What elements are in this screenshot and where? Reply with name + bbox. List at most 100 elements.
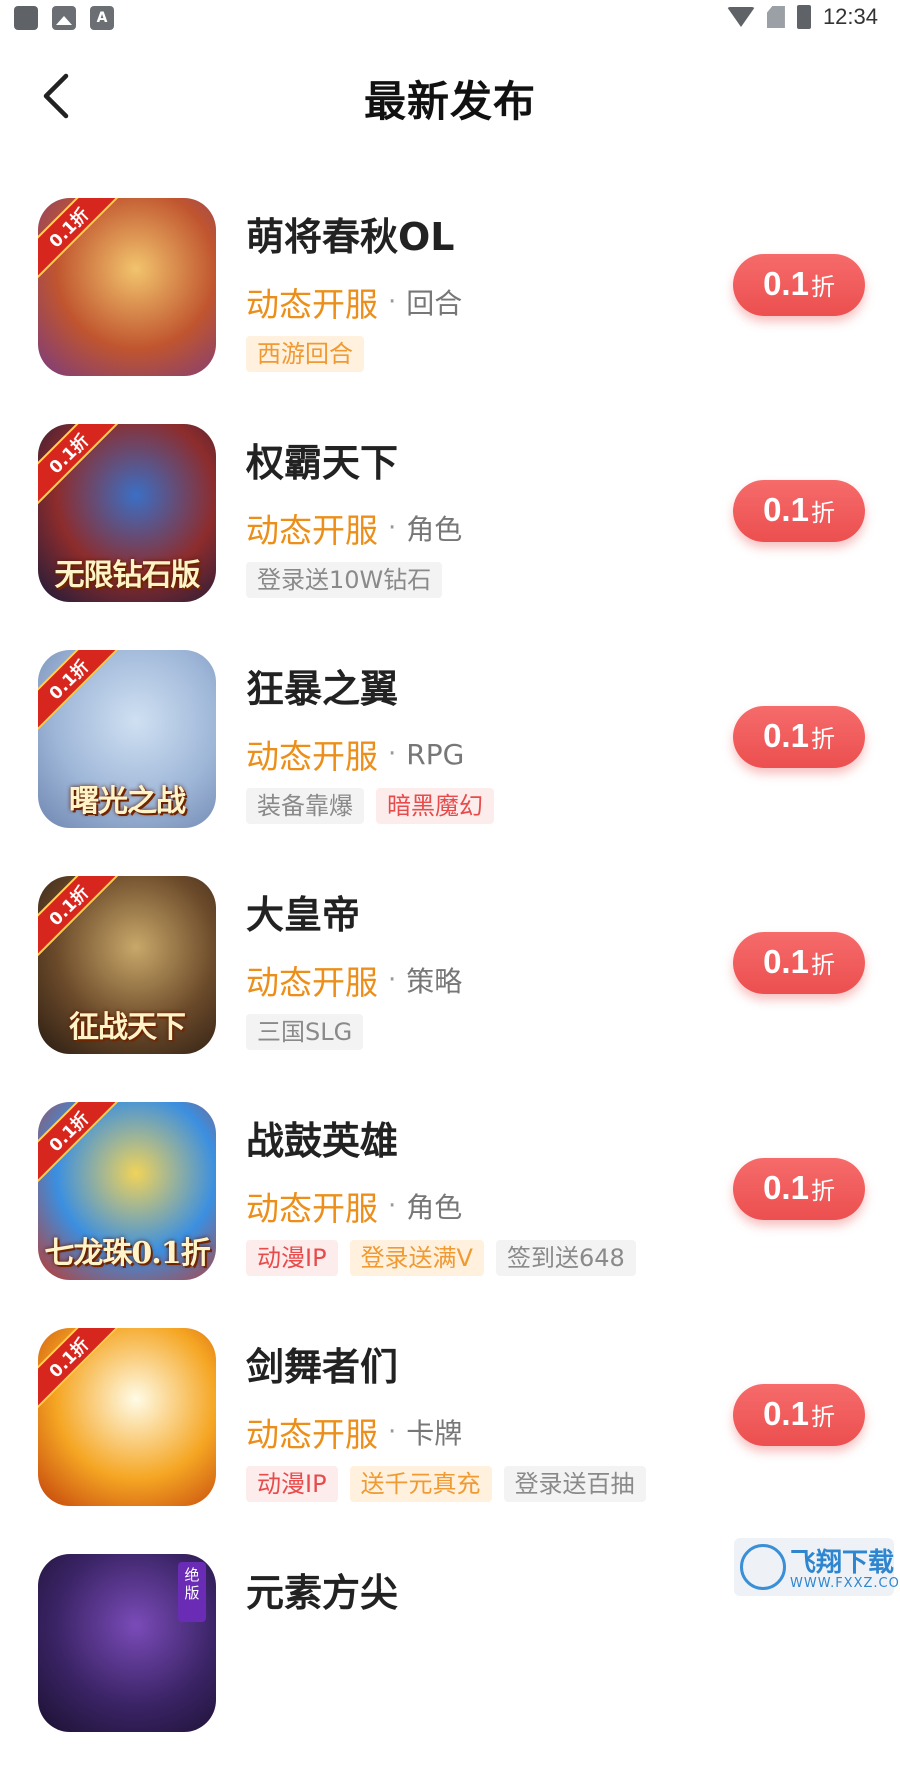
game-list-item[interactable]: 0.1折 剑舞者们 动态开服 · 卡牌 动漫IP 送千元真充 登录送百抽 0.1 折 (0, 1328, 900, 1554)
game-tag: 登录送满V (349, 1240, 484, 1276)
watermark-logo-icon (740, 1544, 786, 1590)
game-tag: 暗黑魔幻 (376, 788, 494, 824)
server-label: 动态开服 (246, 285, 378, 324)
game-meta: 动态开服 · 策略 (246, 956, 462, 1004)
game-genre: RPG (406, 737, 465, 771)
discount-unit: 折 (810, 1403, 835, 1431)
game-name[interactable]: 战鼓英雄 (246, 1110, 398, 1165)
game-list-item[interactable]: 0.1折 七龙珠0.1折 战鼓英雄 动态开服 · 角色 动漫IP 登录送满V 签到送64… (0, 1102, 900, 1328)
notification-icons: A (14, 6, 114, 30)
image-notification-icon (52, 6, 76, 30)
game-name[interactable]: 狂暴之翼 (246, 658, 398, 713)
game-meta: 动态开服 · 角色 (246, 504, 462, 552)
page-title: 最新发布 (363, 77, 536, 126)
no-sim-icon (766, 6, 785, 28)
server-label: 动态开服 (246, 511, 378, 550)
game-meta: 动态开服 · 卡牌 (246, 1408, 462, 1456)
separator-dot: · (388, 965, 397, 995)
game-name[interactable]: 元素方尖 (246, 1562, 398, 1617)
icon-banner-text: 曙光之战 (69, 784, 186, 819)
game-tags: 动漫IP 登录送满V 签到送648 (246, 1240, 636, 1276)
game-icon[interactable]: 0.1折 七龙珠0.1折 (38, 1102, 216, 1280)
game-tag: 动漫IP (246, 1466, 338, 1502)
discount-value: 0.1 (763, 491, 809, 528)
game-tags: 西游回合 (246, 336, 364, 372)
discount-button[interactable]: 0.1 折 (733, 932, 865, 994)
server-label: 动态开服 (246, 963, 378, 1002)
icon-banner-text: 无限钻石版 (54, 558, 201, 593)
clock: 12:34 (822, 4, 878, 29)
game-name[interactable]: 萌将春秋OL (246, 206, 455, 261)
game-list-item[interactable]: 0.1折 征战天下 大皇帝 动态开服 · 策略 三国SLG 0.1 折 (0, 876, 900, 1102)
separator-dot: · (388, 513, 397, 543)
game-icon[interactable]: 绝版 (38, 1554, 216, 1732)
icon-side-tag: 绝版 (178, 1562, 206, 1622)
game-list-item[interactable]: 0.1折 曙光之战 狂暴之翼 动态开服 · RPG 装备靠爆 暗黑魔幻 0.1 折 (0, 650, 900, 876)
game-tags: 三国SLG (246, 1014, 364, 1050)
game-icon[interactable]: 0.1折 无限钻石版 (38, 424, 216, 602)
discount-unit: 折 (810, 499, 835, 527)
discount-button[interactable]: 0.1 折 (733, 1158, 865, 1220)
discount-unit: 折 (810, 1177, 835, 1205)
text-notification-icon: A (90, 6, 114, 30)
game-tag: 签到送648 (495, 1240, 636, 1276)
icon-banner-text: 七龙珠0.1折 (44, 1236, 210, 1271)
game-name[interactable]: 剑舞者们 (246, 1336, 398, 1391)
game-meta: 动态开服 · 回合 (246, 278, 462, 326)
game-tag: 三国SLG (246, 1014, 364, 1050)
separator-dot: · (388, 287, 397, 317)
game-meta: 动态开服 · 角色 (246, 1182, 462, 1230)
game-icon[interactable]: 0.1折 (38, 1328, 216, 1506)
game-tag: 送千元真充 (349, 1466, 492, 1502)
game-genre: 角色 (406, 1191, 463, 1224)
game-icon[interactable]: 0.1折 曙光之战 (38, 650, 216, 828)
system-icons: 12:34 (726, 4, 878, 30)
game-tags: 登录送10W钻石 (246, 562, 443, 598)
server-label: 动态开服 (246, 1189, 378, 1228)
discount-value: 0.1 (763, 717, 809, 754)
separator-dot: · (388, 1417, 397, 1447)
game-list-item[interactable]: 0.1折 无限钻石版 权霸天下 动态开服 · 角色 登录送10W钻石 0.1 折 (0, 424, 900, 650)
header: 最新发布 (0, 50, 900, 140)
discount-button[interactable]: 0.1 折 (733, 480, 865, 542)
game-tag: 登录送10W钻石 (246, 562, 443, 598)
game-tag: 装备靠爆 (246, 788, 364, 824)
game-tags: 动漫IP 送千元真充 登录送百抽 (246, 1466, 646, 1502)
discount-button[interactable]: 0.1 折 (733, 254, 865, 316)
game-tags: 装备靠爆 暗黑魔幻 (246, 788, 494, 824)
wifi-icon (726, 7, 755, 27)
discount-value: 0.1 (763, 1395, 809, 1432)
game-genre: 回合 (406, 287, 463, 320)
discount-unit: 折 (810, 951, 835, 979)
icon-banner-text: 征战天下 (69, 1010, 186, 1045)
game-name[interactable]: 大皇帝 (246, 884, 360, 939)
game-tag: 西游回合 (246, 336, 364, 372)
discount-value: 0.1 (763, 265, 809, 302)
game-tag: 动漫IP (246, 1240, 338, 1276)
discount-button[interactable]: 0.1 折 (733, 706, 865, 768)
discount-unit: 折 (810, 273, 835, 301)
watermark: 飞翔下载 WWW.FXXZ.COM (734, 1538, 900, 1596)
separator-dot: · (388, 739, 397, 769)
separator-dot: · (388, 1191, 397, 1221)
server-label: 动态开服 (246, 737, 378, 776)
server-label: 动态开服 (246, 1415, 378, 1454)
discount-value: 0.1 (763, 943, 809, 980)
game-genre: 角色 (406, 513, 463, 546)
game-icon[interactable]: 0.1折 (38, 198, 216, 376)
watermark-text: 飞翔下载 (790, 1548, 895, 1578)
game-list-item[interactable]: 0.1折 萌将春秋OL 动态开服 · 回合 西游回合 0.1 折 (0, 198, 900, 424)
discount-unit: 折 (810, 725, 835, 753)
game-meta: 动态开服 · RPG (246, 730, 464, 778)
status-bar: A 12:34 (0, 0, 900, 36)
game-genre: 策略 (406, 965, 463, 998)
battery-icon (796, 5, 811, 29)
game-genre: 卡牌 (406, 1417, 463, 1450)
game-name[interactable]: 权霸天下 (246, 432, 398, 487)
discount-value: 0.1 (763, 1169, 809, 1206)
game-icon[interactable]: 0.1折 征战天下 (38, 876, 216, 1054)
watermark-url: WWW.FXXZ.COM (790, 1576, 900, 1591)
discount-button[interactable]: 0.1 折 (733, 1384, 865, 1446)
game-tag: 登录送百抽 (503, 1466, 646, 1502)
app-notification-icon (14, 6, 38, 30)
